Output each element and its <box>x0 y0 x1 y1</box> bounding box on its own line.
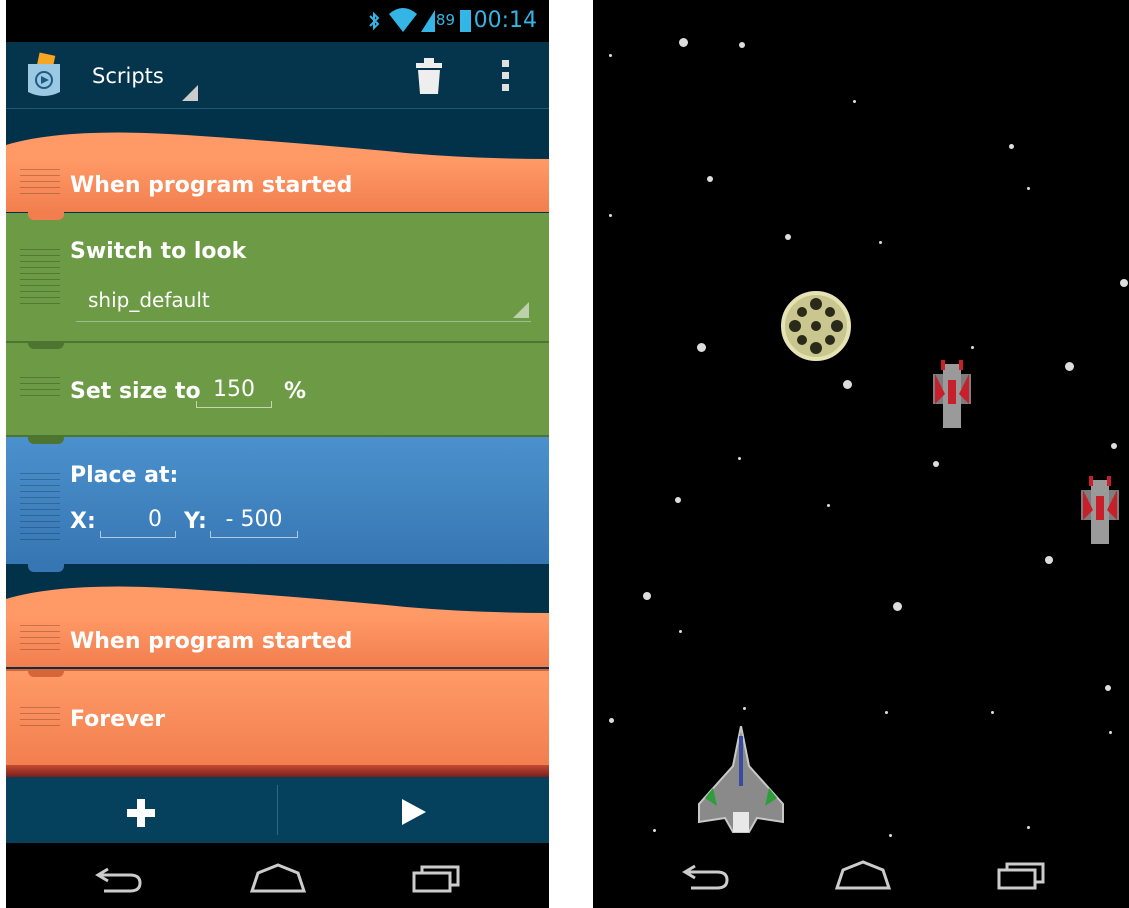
game-stage-screen[interactable] <box>593 0 1129 908</box>
star <box>739 42 745 48</box>
star <box>679 630 682 633</box>
size-input[interactable]: 150 <box>196 377 272 408</box>
star <box>609 214 612 217</box>
trash-icon[interactable] <box>416 58 442 94</box>
brick-switch-to-look[interactable]: Switch to look ship_default <box>6 212 549 343</box>
drag-handle-icon[interactable] <box>20 625 60 655</box>
star <box>1120 279 1128 287</box>
wifi-signal-icon <box>389 8 435 32</box>
star <box>1111 443 1117 449</box>
star <box>643 592 651 600</box>
star <box>1045 556 1053 564</box>
pocket-code-icon[interactable] <box>26 52 62 100</box>
star <box>1027 187 1030 190</box>
star <box>1105 685 1111 691</box>
star <box>785 234 791 240</box>
back-icon[interactable] <box>681 860 731 890</box>
spinner-indicator-icon[interactable] <box>182 85 198 101</box>
star <box>827 504 830 507</box>
y-input[interactable]: - 500 <box>210 507 298 538</box>
brick-when-program-started[interactable]: When program started <box>6 159 549 212</box>
clock: 00:14 <box>473 8 537 33</box>
star <box>675 497 681 503</box>
star <box>1065 362 1074 371</box>
star <box>653 829 656 832</box>
star <box>697 343 706 352</box>
navigation-bar <box>593 838 1129 908</box>
play-icon <box>402 799 426 825</box>
brick-label: When program started <box>70 629 353 654</box>
star <box>738 457 741 460</box>
star <box>879 241 882 244</box>
add-brick-button[interactable] <box>6 777 277 843</box>
star <box>991 711 994 714</box>
recents-icon[interactable] <box>997 860 1045 890</box>
player-ship-sprite[interactable] <box>697 726 785 836</box>
y-label: Y: <box>184 509 207 534</box>
drag-handle-icon[interactable] <box>20 249 60 309</box>
x-input[interactable]: 0 <box>100 507 176 538</box>
status-bar: 89 00:14 <box>6 0 549 42</box>
star <box>743 707 746 710</box>
brick-label: Place at: <box>70 463 179 488</box>
star <box>889 834 892 837</box>
enemy-ship-sprite <box>1081 476 1119 544</box>
star <box>933 461 939 467</box>
percent-label: % <box>284 379 307 404</box>
script-canvas[interactable]: When program started Switch to look ship… <box>6 109 549 777</box>
scripts-title[interactable]: Scripts <box>92 64 164 88</box>
star <box>609 54 612 57</box>
script-editor-screen: 89 00:14 Scripts When program started Sw… <box>6 0 549 908</box>
brick-end-edge <box>6 765 549 777</box>
star <box>971 346 974 349</box>
brick-label: Set size to <box>70 379 201 404</box>
brick-label: Forever <box>70 707 166 732</box>
brick-label: Switch to look <box>70 239 247 264</box>
star <box>893 602 902 611</box>
battery-icon <box>460 10 471 32</box>
recents-icon[interactable] <box>412 863 460 893</box>
drag-handle-icon[interactable] <box>20 377 60 401</box>
drag-handle-icon[interactable] <box>20 473 60 545</box>
navigation-bar <box>6 843 549 908</box>
action-bar: Scripts <box>6 42 549 109</box>
star <box>679 38 688 47</box>
star <box>885 711 888 714</box>
look-dropdown[interactable]: ship_default <box>76 283 531 322</box>
asteroid-sprite <box>781 291 851 361</box>
drag-handle-icon[interactable] <box>20 169 60 199</box>
brick-when-program-started[interactable]: When program started <box>6 615 549 667</box>
star <box>707 176 713 182</box>
overflow-menu-icon[interactable] <box>502 60 512 94</box>
back-icon[interactable] <box>94 863 144 893</box>
brick-place-at[interactable]: Place at: X: 0 Y: - 500 <box>6 436 549 572</box>
star <box>609 718 614 723</box>
play-button[interactable] <box>278 777 549 843</box>
enemy-ship-sprite <box>933 360 971 428</box>
home-icon[interactable] <box>250 863 306 893</box>
star <box>1027 826 1030 829</box>
home-icon[interactable] <box>835 860 891 890</box>
x-value: 0 <box>148 507 162 532</box>
bluetooth-icon <box>369 11 380 31</box>
star <box>1009 144 1014 149</box>
star <box>853 100 856 103</box>
brick-forever[interactable]: Forever <box>6 669 549 767</box>
brick-label: When program started <box>70 173 353 198</box>
battery-percent: 89 <box>435 11 455 29</box>
look-value: ship_default <box>88 288 210 312</box>
add-icon <box>127 799 155 827</box>
brick-set-size[interactable]: Set size to 150 % <box>6 341 549 437</box>
star <box>1109 731 1112 734</box>
x-label: X: <box>70 509 96 534</box>
hat-brick-top <box>6 586 549 619</box>
dropdown-arrow-icon <box>513 302 529 318</box>
bottom-action-bar <box>6 777 549 843</box>
star <box>843 380 852 389</box>
drag-handle-icon[interactable] <box>20 707 60 731</box>
